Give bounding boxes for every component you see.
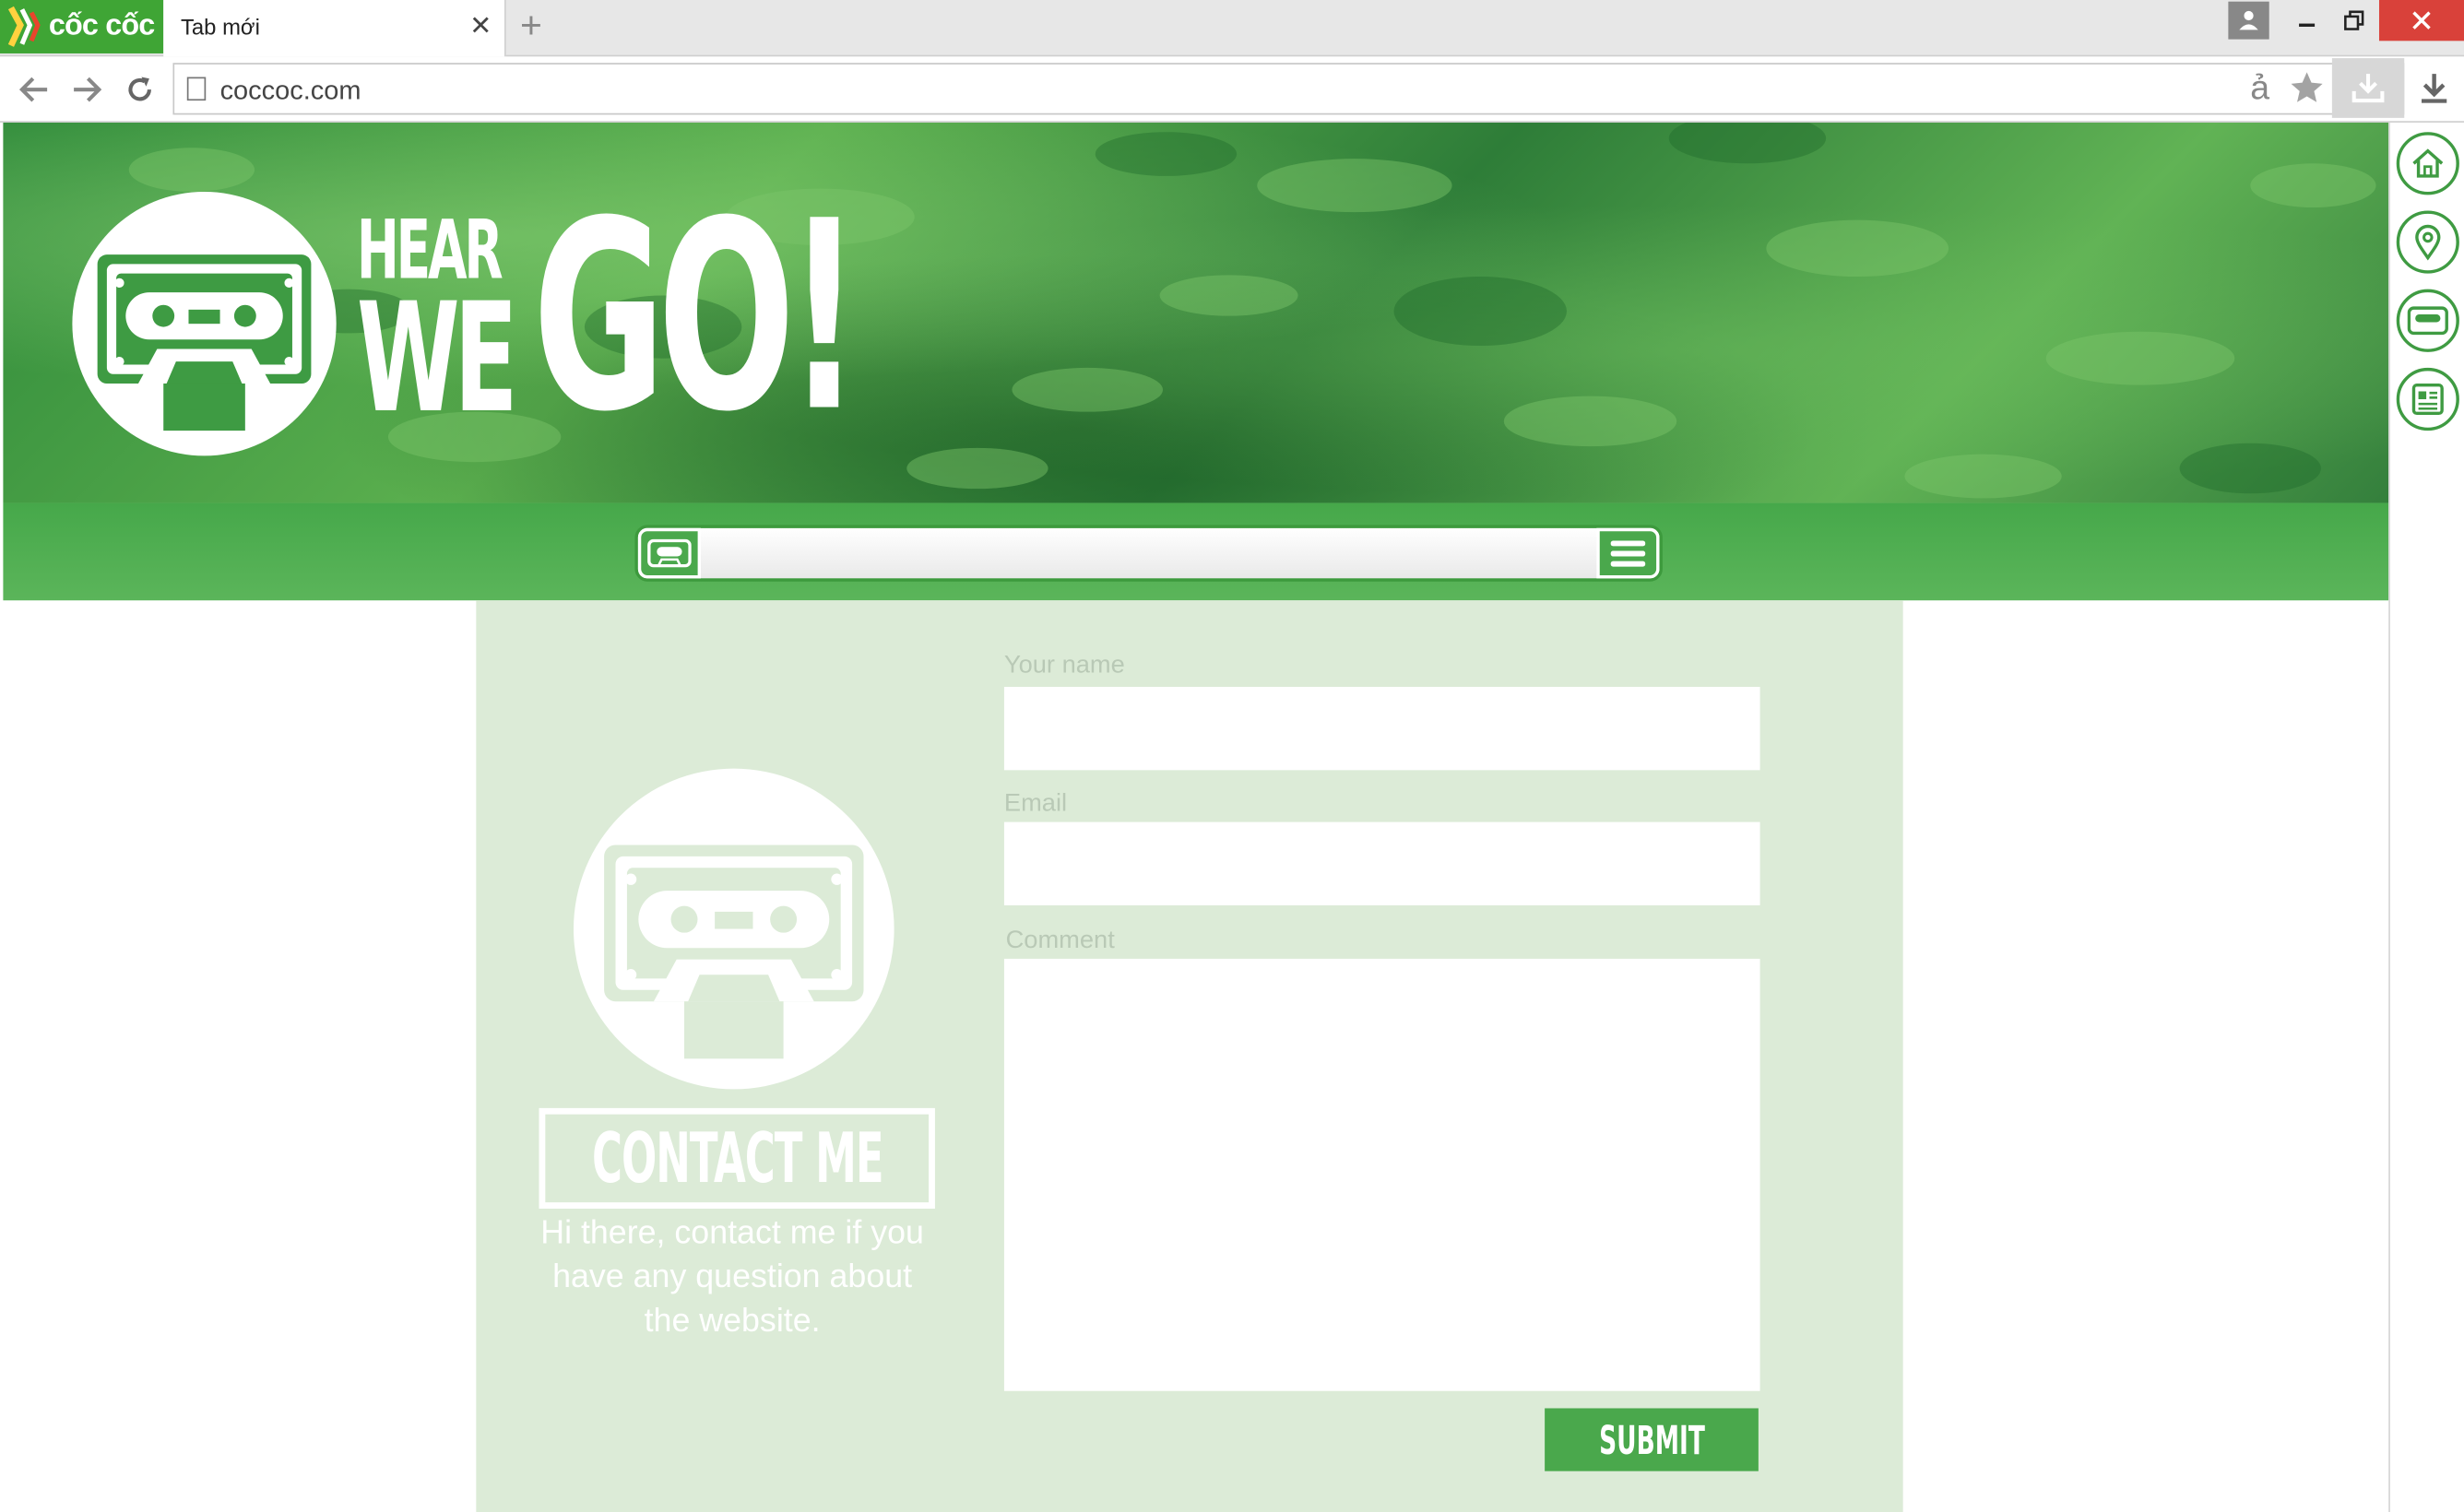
download-manager-button[interactable] <box>2331 58 2405 118</box>
new-tab-button[interactable]: + <box>520 6 542 47</box>
tab-active[interactable]: Tab mới ✕ <box>163 0 506 57</box>
tab-close-icon[interactable]: ✕ <box>469 11 492 42</box>
side-nav-news[interactable] <box>2396 367 2459 431</box>
side-nav-music[interactable] <box>2396 289 2459 352</box>
reload-icon[interactable] <box>120 69 160 110</box>
menu-button[interactable] <box>1596 527 1660 579</box>
back-arrow-icon[interactable] <box>14 69 54 110</box>
browser-titlebar: cốc cốc Tab mới ✕ + <box>0 0 2464 57</box>
wordmark-go: GO! <box>532 166 861 470</box>
wordmark-we: WE <box>356 270 518 447</box>
window-close-icon[interactable] <box>2378 0 2464 41</box>
site-search-bar[interactable] <box>634 525 1663 582</box>
cassette-nav-button[interactable] <box>637 527 702 579</box>
browser-logo[interactable]: cốc cốc <box>0 0 164 53</box>
submit-button[interactable]: SUBMIT <box>1545 1408 1759 1471</box>
location-pin-icon <box>2415 224 2441 261</box>
cassette-tape-icon <box>97 254 312 431</box>
address-toolbar: coccoc.com ả <box>0 56 2464 123</box>
contact-logo-badge <box>573 768 894 1090</box>
minimize-icon[interactable] <box>2288 0 2326 41</box>
coccoc-logo-icon <box>7 6 41 47</box>
name-input[interactable] <box>1003 686 1760 771</box>
comment-textarea[interactable] <box>1003 958 1760 1391</box>
contact-title: CONTACT ME <box>591 1117 883 1199</box>
forward-arrow-icon[interactable] <box>66 69 107 110</box>
tab-title: Tab mới <box>180 14 260 40</box>
newspaper-icon <box>2411 383 2444 416</box>
translate-icon[interactable]: ả <box>2250 66 2269 111</box>
contact-description: Hi there, contact me if you have any que… <box>540 1214 924 1340</box>
contact-title-frame: CONTACT ME <box>539 1107 935 1209</box>
cassette-tape-icon <box>604 845 864 1059</box>
user-profile-icon[interactable] <box>2228 1 2269 40</box>
download-tray-icon <box>2351 74 2385 103</box>
browser-window: cốc cốc Tab mới ✕ + coccoc.com ả HEAR WE… <box>0 0 2464 1512</box>
url-text[interactable]: coccoc.com <box>220 76 361 107</box>
name-label: Your name <box>1003 652 1125 679</box>
url-bar[interactable]: coccoc.com <box>172 63 2405 115</box>
hamburger-menu-icon <box>1610 540 1646 567</box>
bookmark-star-icon[interactable] <box>2288 66 2326 111</box>
side-nav-home[interactable] <box>2396 132 2459 195</box>
hero-banner: HEAR WE GO! <box>3 122 2389 503</box>
browser-brand-name: cốc cốc <box>48 9 155 43</box>
restore-icon[interactable] <box>2335 0 2373 41</box>
submit-label: SUBMIT <box>1598 1416 1705 1463</box>
email-input[interactable] <box>1003 821 1760 905</box>
site-logo-badge[interactable] <box>72 191 337 456</box>
home-icon <box>2412 148 2444 178</box>
side-nav-rail <box>2388 122 2464 1512</box>
side-nav-location[interactable] <box>2396 210 2459 274</box>
cassette-small-icon <box>647 538 692 568</box>
cassette-icon <box>2407 306 2448 336</box>
email-label: Email <box>1003 790 1068 818</box>
page-icon <box>186 77 207 101</box>
comment-label: Comment <box>1005 927 1115 954</box>
download-icon[interactable] <box>2417 66 2451 111</box>
